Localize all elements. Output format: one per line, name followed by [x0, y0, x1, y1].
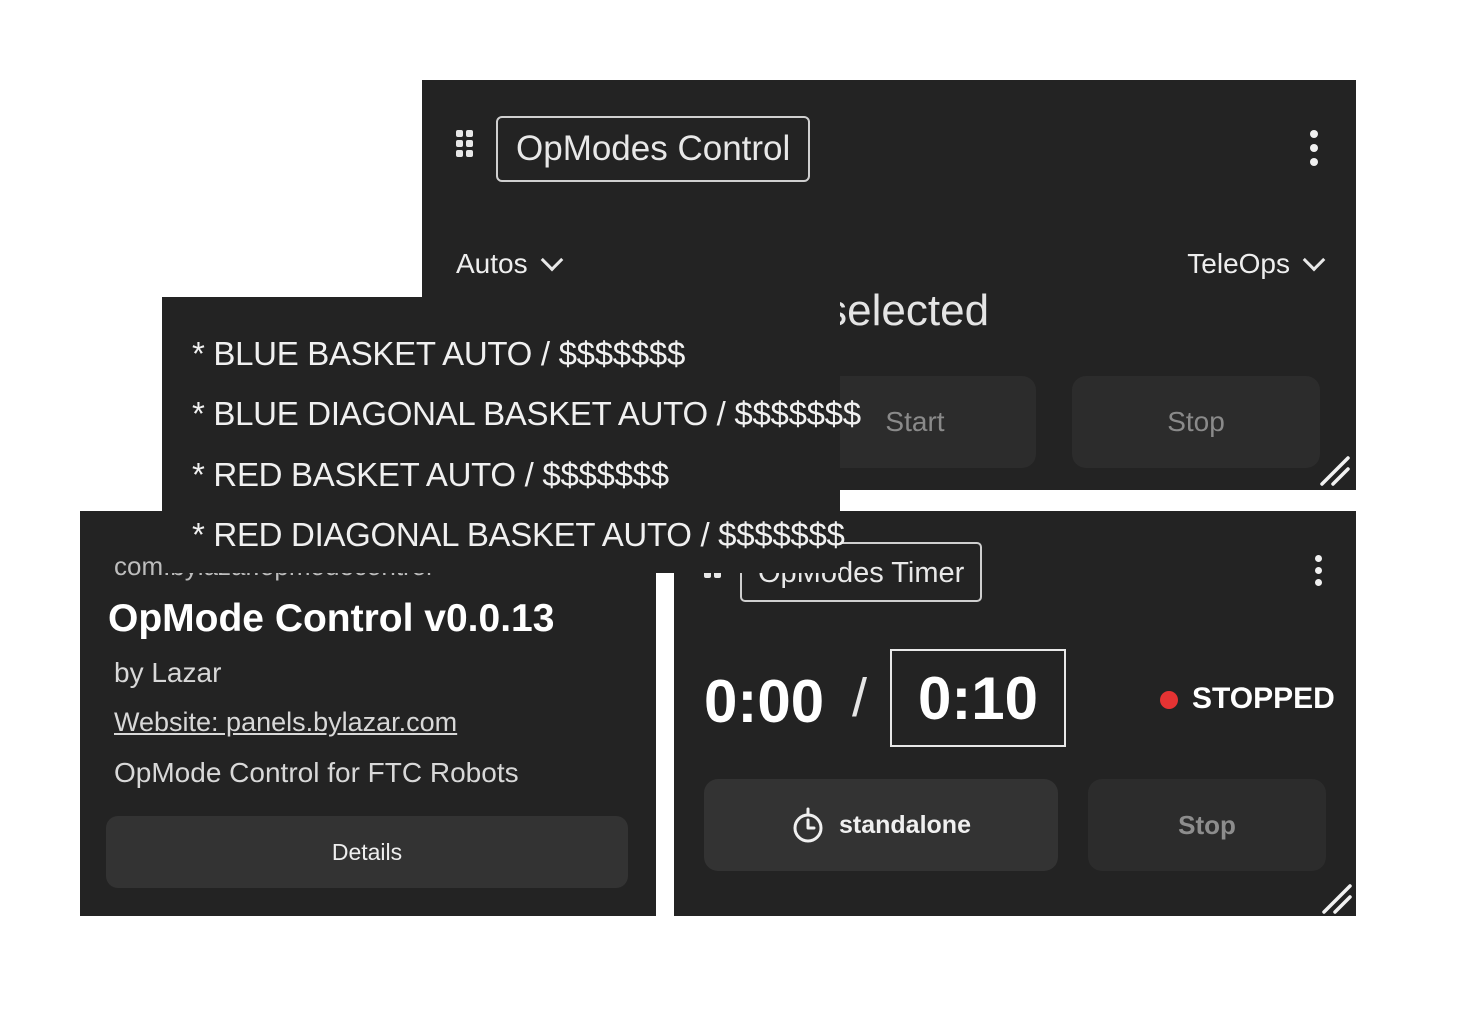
status-label: STOPPED	[1192, 682, 1335, 715]
teleops-dropdown-label: TeleOps	[1187, 248, 1290, 279]
time-limit-field[interactable]: 0:10	[890, 649, 1066, 747]
drag-handle-icon[interactable]	[456, 130, 473, 157]
more-options-icon[interactable]	[1310, 130, 1318, 166]
menu-item-blue-basket-auto[interactable]: * BLUE BASKET AUTO / $$$$$$$	[192, 335, 685, 373]
stop-button[interactable]: Stop	[1072, 376, 1320, 468]
autos-dropdown-label: Autos	[456, 248, 528, 279]
details-button[interactable]: Details	[106, 816, 628, 888]
panel-title: OpModes Control	[496, 116, 811, 182]
timer-mode-label: standalone	[839, 810, 971, 839]
chevron-down-icon	[1302, 248, 1326, 271]
plugin-name: OpMode Control v0.0.13	[108, 597, 555, 640]
resize-handle-icon[interactable]	[1320, 882, 1352, 914]
autos-dropdown[interactable]: Autos	[456, 248, 563, 280]
elapsed-time: 0:00	[704, 668, 825, 735]
menu-item-red-basket-auto[interactable]: * RED BASKET AUTO / $$$$$$$	[192, 456, 669, 494]
timer-stop-button[interactable]: Stop	[1088, 779, 1326, 871]
resize-handle-icon[interactable]	[1318, 454, 1350, 486]
timer-mode-button[interactable]: standalone	[704, 779, 1058, 871]
menu-item-red-diagonal-basket-auto[interactable]: * RED DIAGONAL BASKET AUTO / $$$$$$$	[192, 516, 845, 554]
timer-icon	[793, 807, 823, 843]
plugin-website-link[interactable]: Website: panels.bylazar.com	[114, 707, 457, 738]
plugin-author: by Lazar	[114, 657, 222, 688]
menu-item-blue-diagonal-basket-auto[interactable]: * BLUE DIAGONAL BASKET AUTO / $$$$$$$	[192, 395, 861, 433]
status-indicator-icon	[1160, 691, 1178, 709]
teleops-dropdown[interactable]: TeleOps	[1187, 248, 1326, 280]
autos-dropdown-menu: * BLUE BASKET AUTO / $$$$$$$ * BLUE DIAG…	[162, 297, 861, 573]
time-separator: /	[852, 668, 868, 728]
plugin-description: OpMode Control for FTC Robots	[114, 757, 519, 788]
chevron-down-icon	[540, 248, 563, 271]
more-options-icon[interactable]	[1315, 555, 1322, 586]
